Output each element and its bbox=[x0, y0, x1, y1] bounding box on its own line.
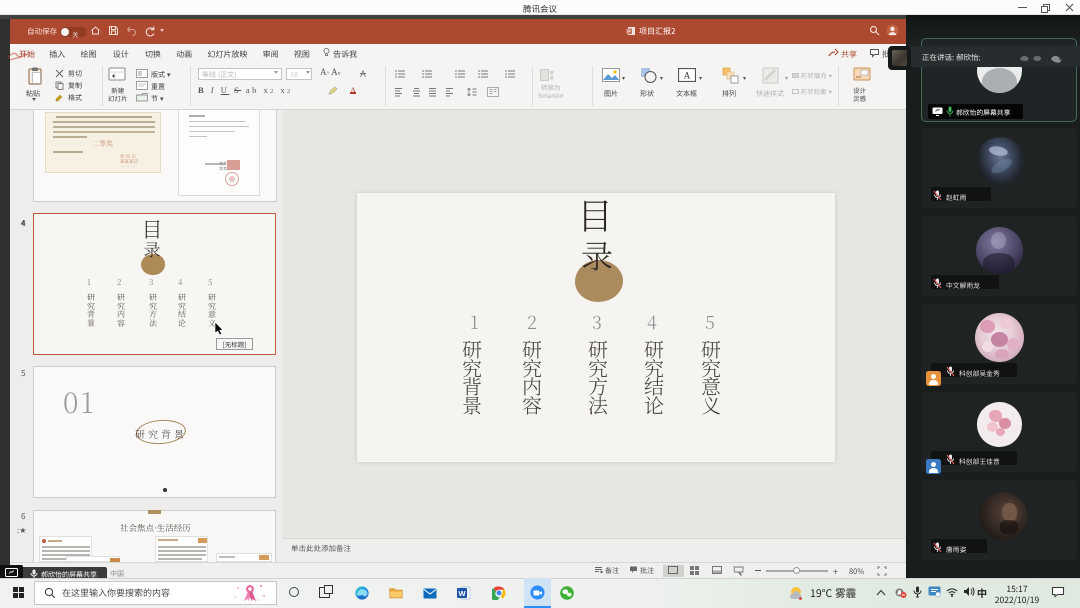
svg-text:A: A bbox=[684, 71, 691, 81]
svg-text:P: P bbox=[627, 29, 631, 35]
svg-text:W: W bbox=[458, 589, 466, 598]
